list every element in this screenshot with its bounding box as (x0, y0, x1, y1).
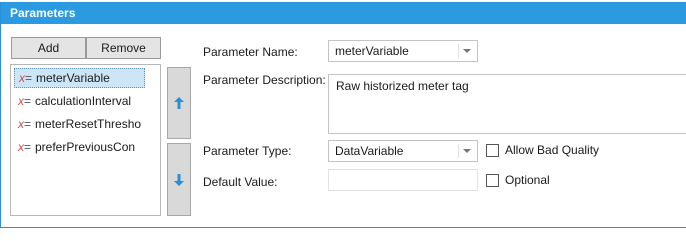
variable-icon: x= (18, 94, 32, 108)
list-item[interactable]: x= meterResetThresho (14, 115, 145, 135)
list-item[interactable]: x= preferPreviousCon (14, 138, 145, 158)
add-button[interactable]: Add (11, 37, 86, 59)
parameters-panel: Parameters Add Remove x= meterVariable x=… (0, 2, 686, 228)
optional-label: Optional (505, 173, 550, 187)
variable-icon: x= (18, 140, 32, 154)
chevron-down-icon (463, 149, 471, 153)
arrow-down-icon (174, 173, 184, 186)
panel-header: Parameters (1, 2, 686, 24)
chevron-down-icon (463, 49, 471, 53)
parameter-type-dropdown[interactable]: DataVariable (328, 140, 478, 162)
parameter-name-dropdown[interactable]: meterVariable (328, 40, 478, 62)
arrow-up-icon (174, 97, 184, 109)
move-down-button[interactable] (167, 143, 191, 216)
allow-bad-quality-checkbox[interactable] (486, 144, 499, 157)
default-value-label: Default Value: (203, 175, 278, 189)
parameter-list[interactable]: x= meterVariable x= calculationInterval x=… (10, 64, 161, 216)
parameter-type-label: Parameter Type: (203, 144, 292, 158)
variable-icon: x= (18, 117, 32, 131)
list-item[interactable]: x= calculationInterval (14, 92, 145, 112)
parameter-name-value: meterVariable (335, 44, 409, 58)
optional-checkbox[interactable] (486, 174, 499, 187)
parameter-description-field[interactable]: Raw historized meter tag (328, 74, 686, 134)
parameter-name-label: Parameter Name: (203, 45, 298, 59)
list-item[interactable]: x= meterVariable (14, 68, 145, 88)
move-up-button[interactable] (167, 67, 191, 139)
variable-icon: x= (19, 71, 33, 85)
parameter-type-value: DataVariable (335, 144, 404, 158)
parameter-description-label: Parameter Description: (203, 73, 326, 87)
remove-button[interactable]: Remove (86, 37, 161, 59)
dropdown-separator (458, 144, 459, 158)
allow-bad-quality-label: Allow Bad Quality (505, 143, 600, 157)
dropdown-separator (458, 44, 459, 58)
default-value-input[interactable] (328, 169, 478, 191)
